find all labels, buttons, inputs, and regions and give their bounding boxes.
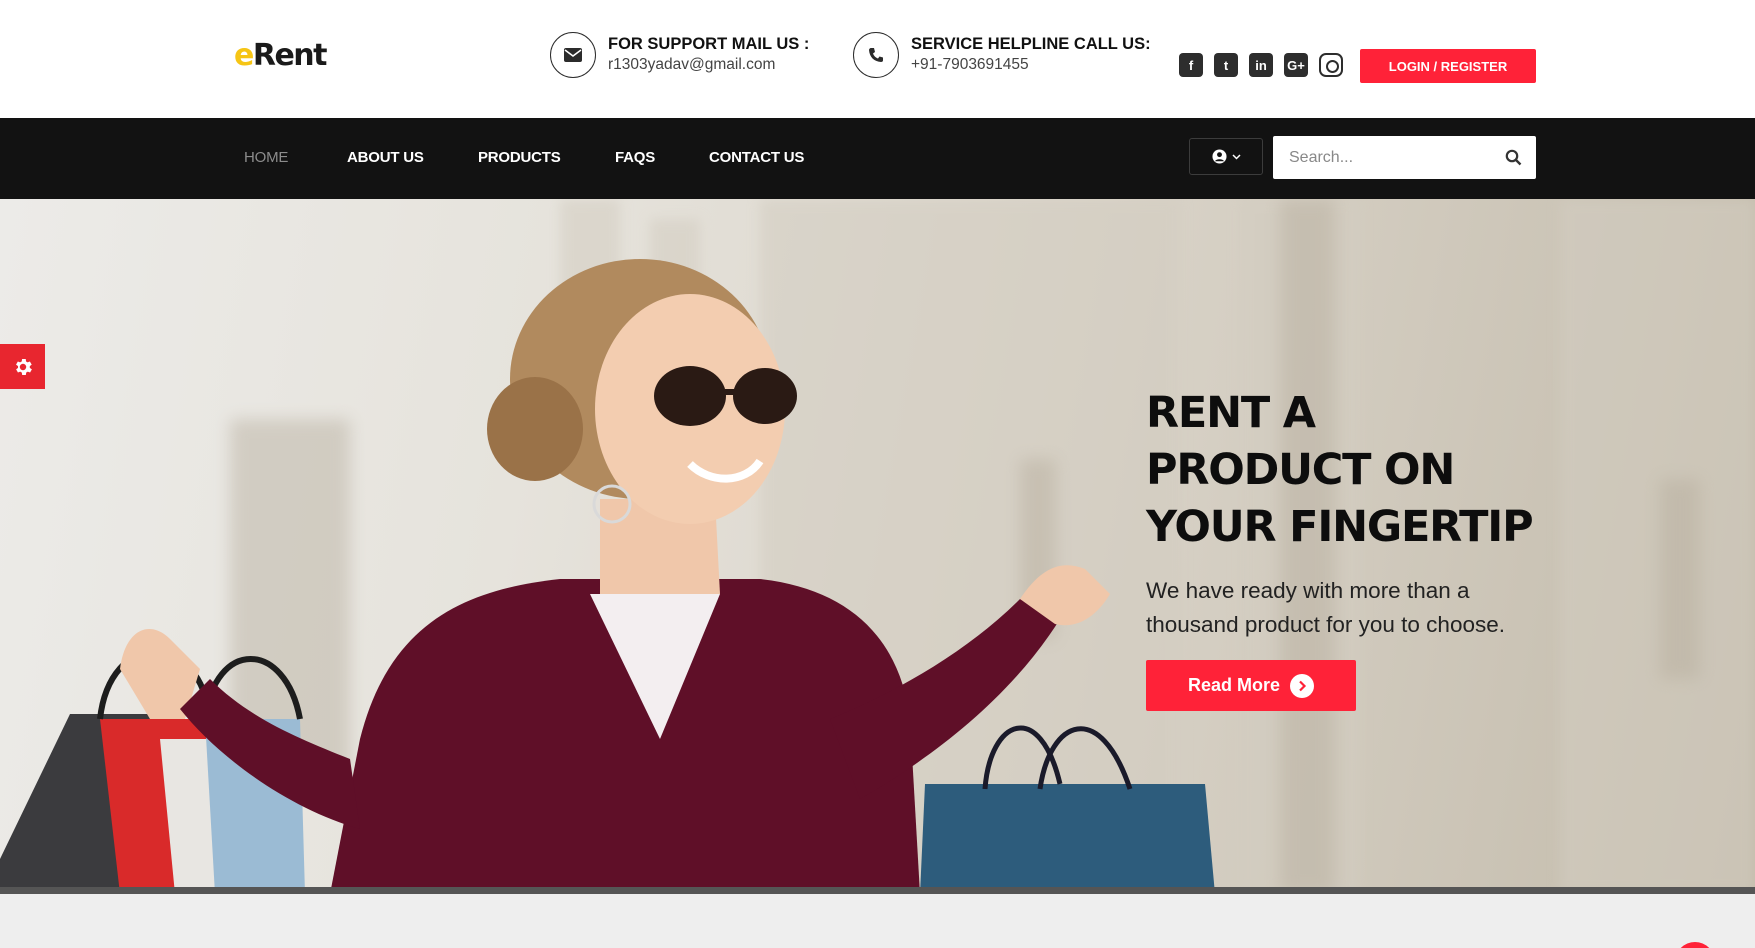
read-more-label: Read More [1187,675,1281,695]
linkedin-icon[interactable]: in [1249,53,1273,77]
helpline-label: SERVICE HELPLINE CALL US: [911,35,1151,53]
facebook-icon[interactable]: f [1179,53,1203,77]
read-more-button[interactable]: Read More [1146,660,1356,711]
woman-with-shopping-bags-image [0,259,1215,894]
hero-content: RENT A PRODUCT ON YOUR FINGERTIP We have… [1146,385,1566,711]
hero-title: RENT A PRODUCT ON YOUR FINGERTIP [1146,388,1534,552]
user-account-dropdown[interactable] [1189,138,1263,175]
user-circle-icon [1211,149,1227,164]
phone-icon [853,32,899,78]
instagram-icon[interactable] [1319,53,1343,77]
main-nav: HOME ABOUT US PRODUCTS FAQS CONTACT US [0,118,1755,199]
support-label: FOR SUPPORT MAIL US : [608,35,810,53]
nav-item-contact-us[interactable]: CONTACT US [709,149,804,166]
search-input[interactable] [1289,136,1489,179]
support-mail-block: FOR SUPPORT MAIL US : r1303yadav@gmail.c… [550,32,809,78]
chevron-right-icon [1290,673,1315,698]
google-plus-icon[interactable]: G+ [1284,53,1308,77]
top-header: eRent FOR SUPPORT MAIL US : r1303yadav@g… [0,0,1755,118]
search-icon[interactable] [1505,149,1522,166]
chevron-down-icon [1231,153,1241,160]
helpline-block: SERVICE HELPLINE CALL US: +91-7903691455 [853,32,1151,78]
gear-icon [15,358,32,375]
login-register-button[interactable]: LOGIN / REGISTER [1360,49,1536,83]
hero-bottom-border [0,887,1755,894]
support-email[interactable]: r1303yadav@gmail.com [608,55,809,75]
helpline-number[interactable]: +91-7903691455 [911,55,1151,75]
twitter-icon[interactable]: t [1214,53,1238,77]
envelope-icon [550,32,596,78]
settings-panel-toggle[interactable] [0,344,45,389]
search-box [1273,136,1536,179]
hero-banner: RENT A PRODUCT ON YOUR FINGERTIP We have… [0,199,1755,894]
nav-item-home[interactable]: HOME [244,149,288,166]
next-section-strip [0,894,1755,948]
hero-subtitle: We have ready with more than a thousand … [1146,578,1505,637]
nav-item-products[interactable]: PRODUCTS [478,149,561,166]
nav-item-faqs[interactable]: FAQS [615,149,655,166]
nav-item-about-us[interactable]: ABOUT US [347,149,424,166]
erent-logo[interactable]: eRent [234,36,328,76]
social-links: f t in G+ [1179,53,1343,77]
